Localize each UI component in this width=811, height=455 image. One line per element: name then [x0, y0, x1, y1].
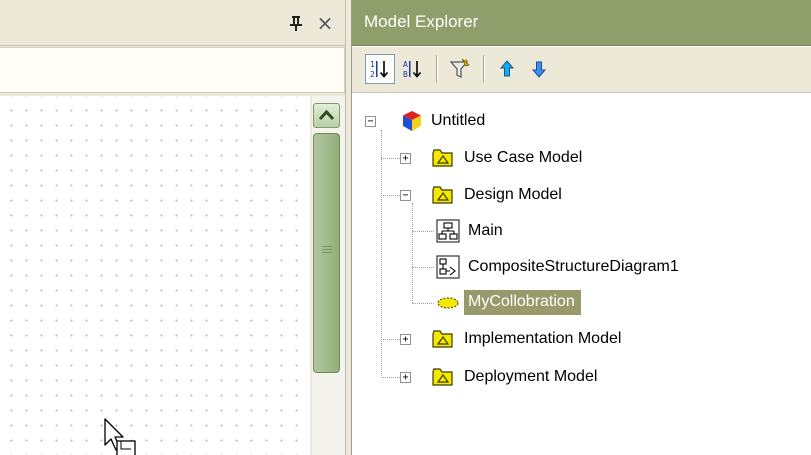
pin-icon[interactable] [289, 15, 303, 31]
vertical-scrollbar[interactable] [312, 96, 345, 455]
tree-connector [381, 195, 400, 196]
sort-by-order-button[interactable]: 1 2 [365, 54, 395, 84]
package-folder-icon [432, 328, 454, 355]
class-diagram-icon [436, 219, 460, 248]
diagram-editor-panel: × [0, 0, 349, 455]
sort-by-name-button[interactable]: A B [398, 54, 428, 84]
arrow-down-icon [531, 61, 547, 78]
project-cube-icon [400, 109, 424, 138]
svg-text:2: 2 [370, 70, 375, 79]
tree-item-deployment-model[interactable]: Deployment Model [464, 367, 597, 387]
tree-item-mycollobration[interactable]: MyCollobration [464, 290, 581, 315]
sort-numeric-icon: 1 2 [370, 60, 389, 79]
model-explorer-toolbar: 1 2 A B [352, 47, 811, 93]
toolbar-separator [483, 55, 485, 83]
model-tree: − Untitled + Use Case Model − Design Mod… [352, 96, 811, 455]
panel-header: × [0, 0, 349, 46]
model-explorer-title-bar: Model Explorer [352, 0, 811, 46]
close-icon[interactable]: × [315, 13, 335, 33]
tree-item-untitled[interactable]: Untitled [431, 111, 485, 131]
grip-icon [322, 246, 332, 255]
collapse-toggle-icon[interactable]: − [400, 190, 411, 201]
tree-connector [381, 377, 400, 378]
tree-connector [412, 303, 434, 304]
model-explorer-panel: Model Explorer 1 2 A B − Untitled + Use … [351, 0, 811, 455]
tree-connector [412, 231, 434, 232]
scroll-thumb[interactable] [313, 133, 340, 373]
panel-title: Model Explorer [364, 12, 479, 31]
diagram-canvas[interactable] [0, 96, 310, 455]
tree-item-composite-structure-diagram1[interactable]: CompositeStructureDiagram1 [468, 257, 679, 277]
expand-toggle-icon[interactable]: + [400, 153, 411, 164]
composite-structure-diagram-icon [436, 255, 460, 284]
collapse-toggle-icon[interactable]: − [365, 116, 376, 127]
move-down-button[interactable] [524, 54, 554, 84]
package-folder-icon [432, 147, 454, 174]
filter-button[interactable] [445, 54, 475, 84]
svg-text:A: A [403, 60, 408, 69]
expand-toggle-icon[interactable]: + [400, 372, 411, 383]
editor-subheader [0, 47, 345, 93]
tree-connector [412, 267, 434, 268]
collaboration-icon [436, 294, 460, 317]
expand-toggle-icon[interactable]: + [400, 334, 411, 345]
tree-connector [381, 158, 400, 159]
filter-icon [449, 58, 470, 78]
tree-item-use-case-model[interactable]: Use Case Model [464, 148, 582, 168]
move-up-button[interactable] [492, 54, 522, 84]
tree-connector [381, 130, 382, 378]
svg-text:B: B [403, 70, 408, 79]
toolbar-separator [436, 55, 438, 83]
tree-item-main[interactable]: Main [468, 221, 503, 241]
svg-text:1: 1 [370, 60, 375, 69]
sort-alpha-icon: A B [403, 60, 422, 79]
arrow-up-icon [499, 60, 515, 77]
tree-connector [381, 339, 400, 340]
tree-item-design-model[interactable]: Design Model [464, 185, 562, 205]
drag-cursor-icon [104, 418, 138, 455]
package-folder-icon [432, 366, 454, 393]
package-folder-icon [432, 184, 454, 211]
tree-connector [412, 203, 413, 303]
scroll-up-button[interactable] [313, 103, 340, 128]
tree-item-implementation-model[interactable]: Implementation Model [464, 329, 621, 349]
